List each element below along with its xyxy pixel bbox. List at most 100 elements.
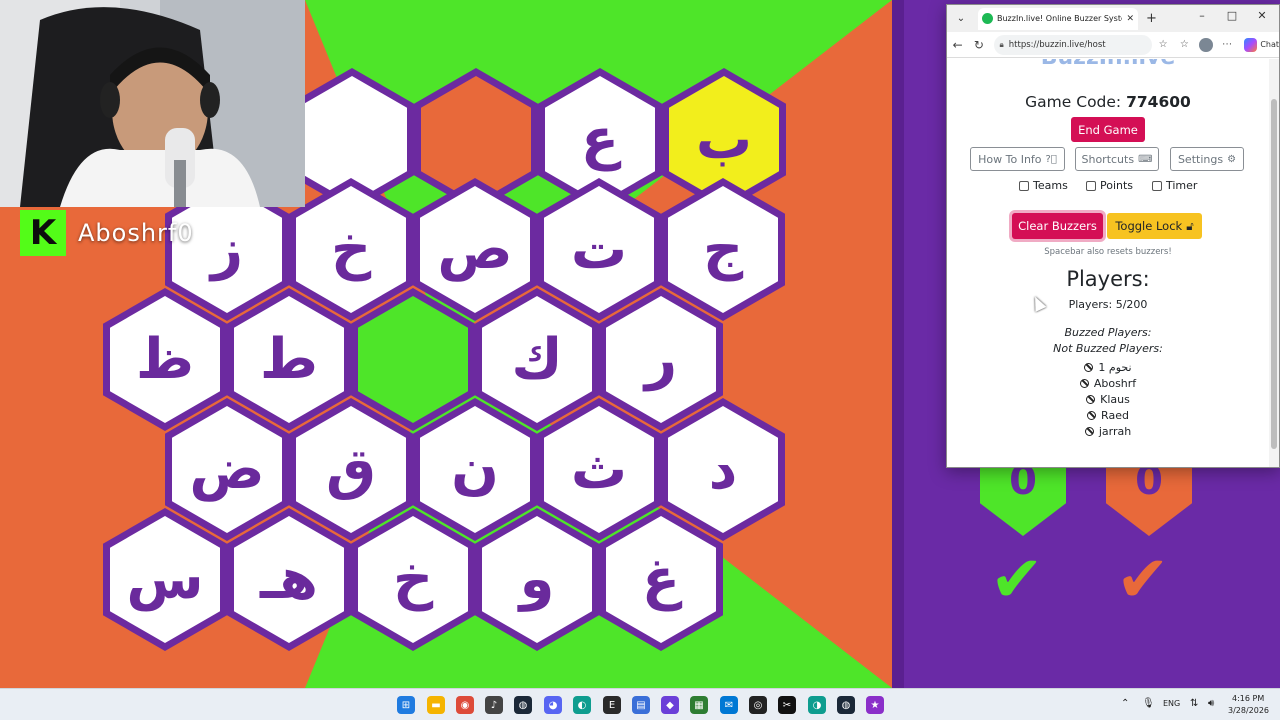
hex-tile-white: خ xyxy=(351,508,475,651)
toggle-lock-label: Toggle Lock xyxy=(1115,219,1183,233)
language-indicator[interactable]: ENG xyxy=(1163,699,1180,708)
close-window-icon[interactable]: ✕ xyxy=(1247,9,1277,22)
start-windows-icon[interactable]: ⊞ xyxy=(397,696,415,714)
tab-title: BuzzIn.live! Online Buzzer System xyxy=(997,14,1123,23)
question-circle-icon: ?⃝ xyxy=(1045,153,1057,165)
edge-icon[interactable]: ◐ xyxy=(573,696,591,714)
players-heading: Players: xyxy=(1066,267,1150,291)
end-game-button[interactable]: End Game xyxy=(1071,117,1145,142)
hex-letter: هـ xyxy=(260,546,318,612)
tab-close-icon[interactable]: ✕ xyxy=(1126,14,1134,24)
webcam-image xyxy=(0,0,305,207)
hex-letter: خ xyxy=(392,546,434,612)
game-app-icon[interactable]: ★ xyxy=(866,696,884,714)
panel-stripe xyxy=(892,0,904,688)
page-scrollbar[interactable] xyxy=(1269,59,1279,467)
hex-letter: و xyxy=(519,546,555,612)
toggle-lock-button[interactable]: Toggle Lock 🔓︎ xyxy=(1107,213,1202,239)
epic-games-icon[interactable]: E xyxy=(603,696,621,714)
buzzin-favicon-icon xyxy=(982,13,993,24)
tab-list-icon[interactable]: ⌄ xyxy=(950,9,972,29)
browser-window: ⌄ BuzzIn.live! Online Buzzer System ✕ + … xyxy=(946,4,1280,468)
hex-tile-white: هـ xyxy=(227,508,351,651)
browser-titlebar: ⌄ BuzzIn.live! Online Buzzer System ✕ + … xyxy=(947,5,1279,32)
clear-buzzers-button[interactable]: Clear Buzzers xyxy=(1012,213,1103,239)
player-row[interactable]: Raed xyxy=(947,407,1269,423)
points-checkbox[interactable]: Points xyxy=(1086,179,1133,192)
discord-icon[interactable]: ◕ xyxy=(544,696,562,714)
microphone-icon[interactable]: 🎙︎ xyxy=(1142,698,1155,709)
hex-letter: غ xyxy=(641,546,681,612)
timer-label: Timer xyxy=(1166,179,1198,192)
more-menu-icon[interactable]: ⋯ xyxy=(1217,39,1238,50)
shortcuts-button[interactable]: Shortcuts ⌨ xyxy=(1075,147,1159,171)
outlook-icon[interactable]: ✉ xyxy=(720,696,738,714)
how-to-info-label: How To Info xyxy=(978,152,1042,166)
steam-icon[interactable]: ◍ xyxy=(514,696,532,714)
green-team-score: 0 xyxy=(980,458,1066,536)
chrome-icon[interactable]: ◉ xyxy=(456,696,474,714)
player-list: نحوم 1 Aboshrf Klaus Raed jarrah xyxy=(947,359,1269,439)
clock-time[interactable]: 4:16 PM xyxy=(1232,694,1264,703)
kick-player-icon[interactable] xyxy=(1079,378,1089,388)
favorite-star-icon[interactable]: ☆ xyxy=(1152,39,1173,50)
player-row[interactable]: نحوم 1 xyxy=(947,359,1269,375)
steam-game-icon[interactable]: ◍ xyxy=(837,696,855,714)
settings-label: Settings xyxy=(1177,152,1224,166)
shortcuts-label: Shortcuts xyxy=(1081,152,1135,166)
gear-icon: ⚙ xyxy=(1227,153,1237,165)
player-row[interactable]: Aboshrf xyxy=(947,375,1269,391)
points-checkbox-box[interactable] xyxy=(1086,180,1096,191)
profile-avatar-icon[interactable] xyxy=(1198,37,1213,52)
clock-date[interactable]: 3/28/2026 xyxy=(1228,706,1269,715)
buzzin-logo: BuzzIn.live xyxy=(947,59,1269,70)
kick-player-icon[interactable] xyxy=(1087,410,1097,420)
store-icon[interactable]: ▦ xyxy=(690,696,708,714)
obs-icon[interactable]: ◎ xyxy=(749,696,767,714)
kick-player-icon[interactable] xyxy=(1084,426,1094,436)
maximize-icon[interactable]: □ xyxy=(1217,9,1247,22)
how-to-info-button[interactable]: How To Info ?⃝ xyxy=(970,147,1065,171)
keyboard-icon: ⌨ xyxy=(1138,153,1153,165)
network-icon[interactable]: ⇅ xyxy=(1190,698,1198,709)
timer-checkbox[interactable]: Timer xyxy=(1152,179,1197,192)
teams-label: Teams xyxy=(1033,179,1068,192)
timer-checkbox-box[interactable] xyxy=(1152,180,1162,191)
url-input[interactable]: 🔒︎ https://buzzin.live/host xyxy=(993,34,1153,55)
hex-tile-white: س xyxy=(103,508,227,651)
scrollbar-thumb[interactable] xyxy=(1271,99,1277,449)
app-icon[interactable]: ▤ xyxy=(632,696,650,714)
copilot-icon[interactable] xyxy=(1243,37,1258,52)
chat-button[interactable]: Chat xyxy=(1260,40,1279,49)
player-row[interactable]: jarrah xyxy=(947,423,1269,439)
kick-player-icon[interactable] xyxy=(1084,362,1094,372)
m365-icon[interactable]: ◆ xyxy=(661,696,679,714)
player-name: Klaus xyxy=(1100,392,1130,406)
minimize-icon[interactable]: – xyxy=(1187,9,1217,22)
file-explorer-icon[interactable]: ▬ xyxy=(427,696,445,714)
tray-chevron-icon[interactable]: ⌃ xyxy=(1121,698,1129,709)
kick-player-icon[interactable] xyxy=(1086,394,1096,404)
music-icon[interactable]: ♪ xyxy=(485,696,503,714)
player-name: Raed xyxy=(1101,408,1129,422)
player-name: Aboshrf xyxy=(1093,376,1137,390)
favorites-icon[interactable]: ☆ xyxy=(1174,39,1195,50)
settings-button[interactable]: Settings ⚙ xyxy=(1170,147,1244,171)
teams-checkbox-box[interactable] xyxy=(1019,180,1029,191)
refresh-icon[interactable]: ↻ xyxy=(968,38,989,52)
points-label: Points xyxy=(1100,179,1134,192)
edge-active-icon[interactable]: ◑ xyxy=(808,696,826,714)
buzzed-players-heading: Buzzed Players: xyxy=(1064,326,1152,339)
not-buzzed-players-heading: Not Buzzed Players: xyxy=(1053,342,1163,355)
browser-tab[interactable]: BuzzIn.live! Online Buzzer System ✕ xyxy=(978,7,1138,30)
streamer-name: Aboshrf0 xyxy=(78,219,194,247)
new-tab-icon[interactable]: + xyxy=(1146,11,1157,26)
player-row[interactable]: Klaus xyxy=(947,391,1269,407)
players-count: Players: 5/200 xyxy=(1068,298,1148,311)
capcut-icon[interactable]: ✂ xyxy=(778,696,796,714)
player-name: نحوم 1 xyxy=(1098,360,1132,374)
back-icon[interactable]: ← xyxy=(947,38,968,52)
volume-icon[interactable]: 🔊︎ xyxy=(1208,698,1214,709)
teams-checkbox[interactable]: Teams xyxy=(1019,179,1068,192)
browser-address-bar: ← ↻ 🔒︎ https://buzzin.live/host ☆ ☆ ⋯ Ch… xyxy=(947,32,1279,58)
